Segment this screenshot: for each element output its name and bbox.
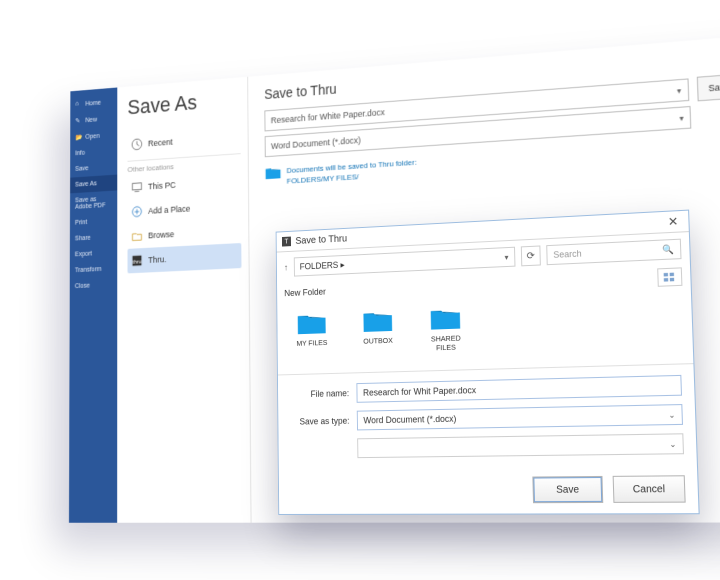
nav-up-icon[interactable]: ↑ [284, 262, 288, 272]
thru-icon: thru [131, 254, 143, 268]
dialog-form: File name: Research for Whit Paper.docx … [278, 363, 697, 479]
folder-icon [429, 305, 462, 332]
search-icon: 🔍 [662, 244, 674, 256]
folder-icon [265, 166, 281, 180]
thru-icon: T [282, 237, 291, 247]
folder-icon [296, 310, 327, 336]
clock-icon [131, 137, 143, 151]
save-to-thru-button[interactable]: Save to Thru [696, 71, 720, 101]
refresh-button[interactable]: ⟳ [521, 245, 541, 266]
folder-item[interactable]: OUTBOX [355, 307, 400, 355]
filename-label: File name: [289, 388, 349, 399]
chevron-down-icon: ▾ [677, 86, 681, 96]
new-icon: ✎ [75, 117, 82, 125]
dialog-filename-input[interactable]: Research for Whit Paper.docx [356, 375, 682, 403]
search-input[interactable]: Search 🔍 [546, 239, 681, 266]
home-icon: ⌂ [75, 100, 82, 108]
folder-icon [362, 307, 394, 334]
chevron-down-icon: ⌄ [669, 439, 676, 449]
dialog-title: Save to Thru [295, 233, 347, 246]
dialog-extra-select[interactable]: ⌄ [357, 433, 684, 458]
location-recent[interactable]: Recent [127, 125, 240, 157]
chevron-down-icon: ▾ [504, 252, 508, 261]
refresh-icon: ⟳ [527, 250, 535, 261]
chevron-down-icon: ▾ [679, 113, 683, 123]
dialog-savetype-select[interactable]: Word Document (*.docx) ⌄ [357, 404, 683, 430]
pc-icon [131, 180, 143, 194]
add-place-icon [131, 205, 143, 219]
chevron-down-icon: ⌄ [668, 410, 675, 420]
nav-item-save-as-pdf[interactable]: Save as Adobe PDF [70, 190, 117, 215]
dialog-cancel-button[interactable]: Cancel [613, 475, 686, 503]
svg-text:thru: thru [132, 259, 141, 265]
dialog-save-button[interactable]: Save [532, 476, 603, 503]
save-dialog: T Save to Thru ✕ ↑ FOLDERS ▸ ▾ ⟳ Search … [276, 210, 700, 515]
close-icon[interactable]: ✕ [664, 214, 683, 229]
folder-item[interactable]: MY FILES [290, 310, 334, 357]
savetype-label: Save as type: [289, 416, 349, 427]
location-thru[interactable]: thru Thru. [128, 243, 242, 273]
location-column: Save As Recent Other locations This PC A… [117, 77, 251, 523]
nav-item-close[interactable]: Close [70, 277, 118, 295]
page-title: Save As [127, 87, 240, 120]
view-options-button[interactable] [657, 267, 682, 286]
path-field[interactable]: FOLDERS ▸ ▾ [293, 247, 515, 277]
browse-icon [131, 229, 143, 243]
new-folder-button[interactable]: New Folder [284, 287, 326, 298]
backstage-sidenav: ⌂Home ✎New 📂Open Info Save Save As Save … [69, 87, 117, 522]
folder-item[interactable]: SHARED FILES [422, 304, 469, 352]
open-icon: 📂 [75, 134, 82, 142]
